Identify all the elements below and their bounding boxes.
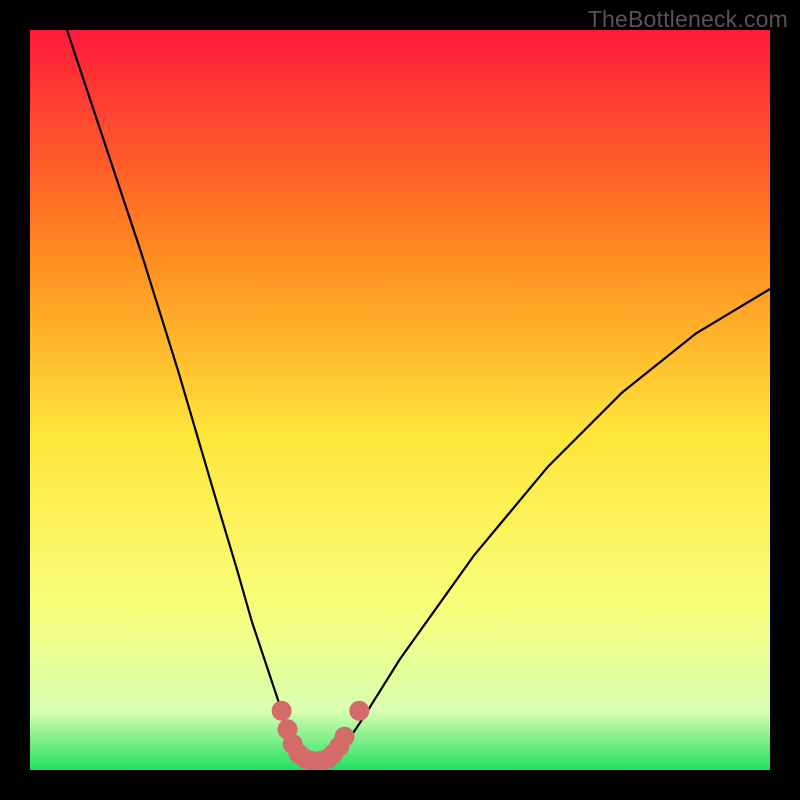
curve-marker <box>349 701 369 721</box>
curve-marker <box>335 727 355 747</box>
chart-stage: TheBottleneck.com <box>0 0 800 800</box>
plot-area <box>30 30 770 770</box>
watermark-text: TheBottleneck.com <box>588 6 788 33</box>
curve-marker <box>272 701 292 721</box>
plot-svg <box>30 30 770 770</box>
